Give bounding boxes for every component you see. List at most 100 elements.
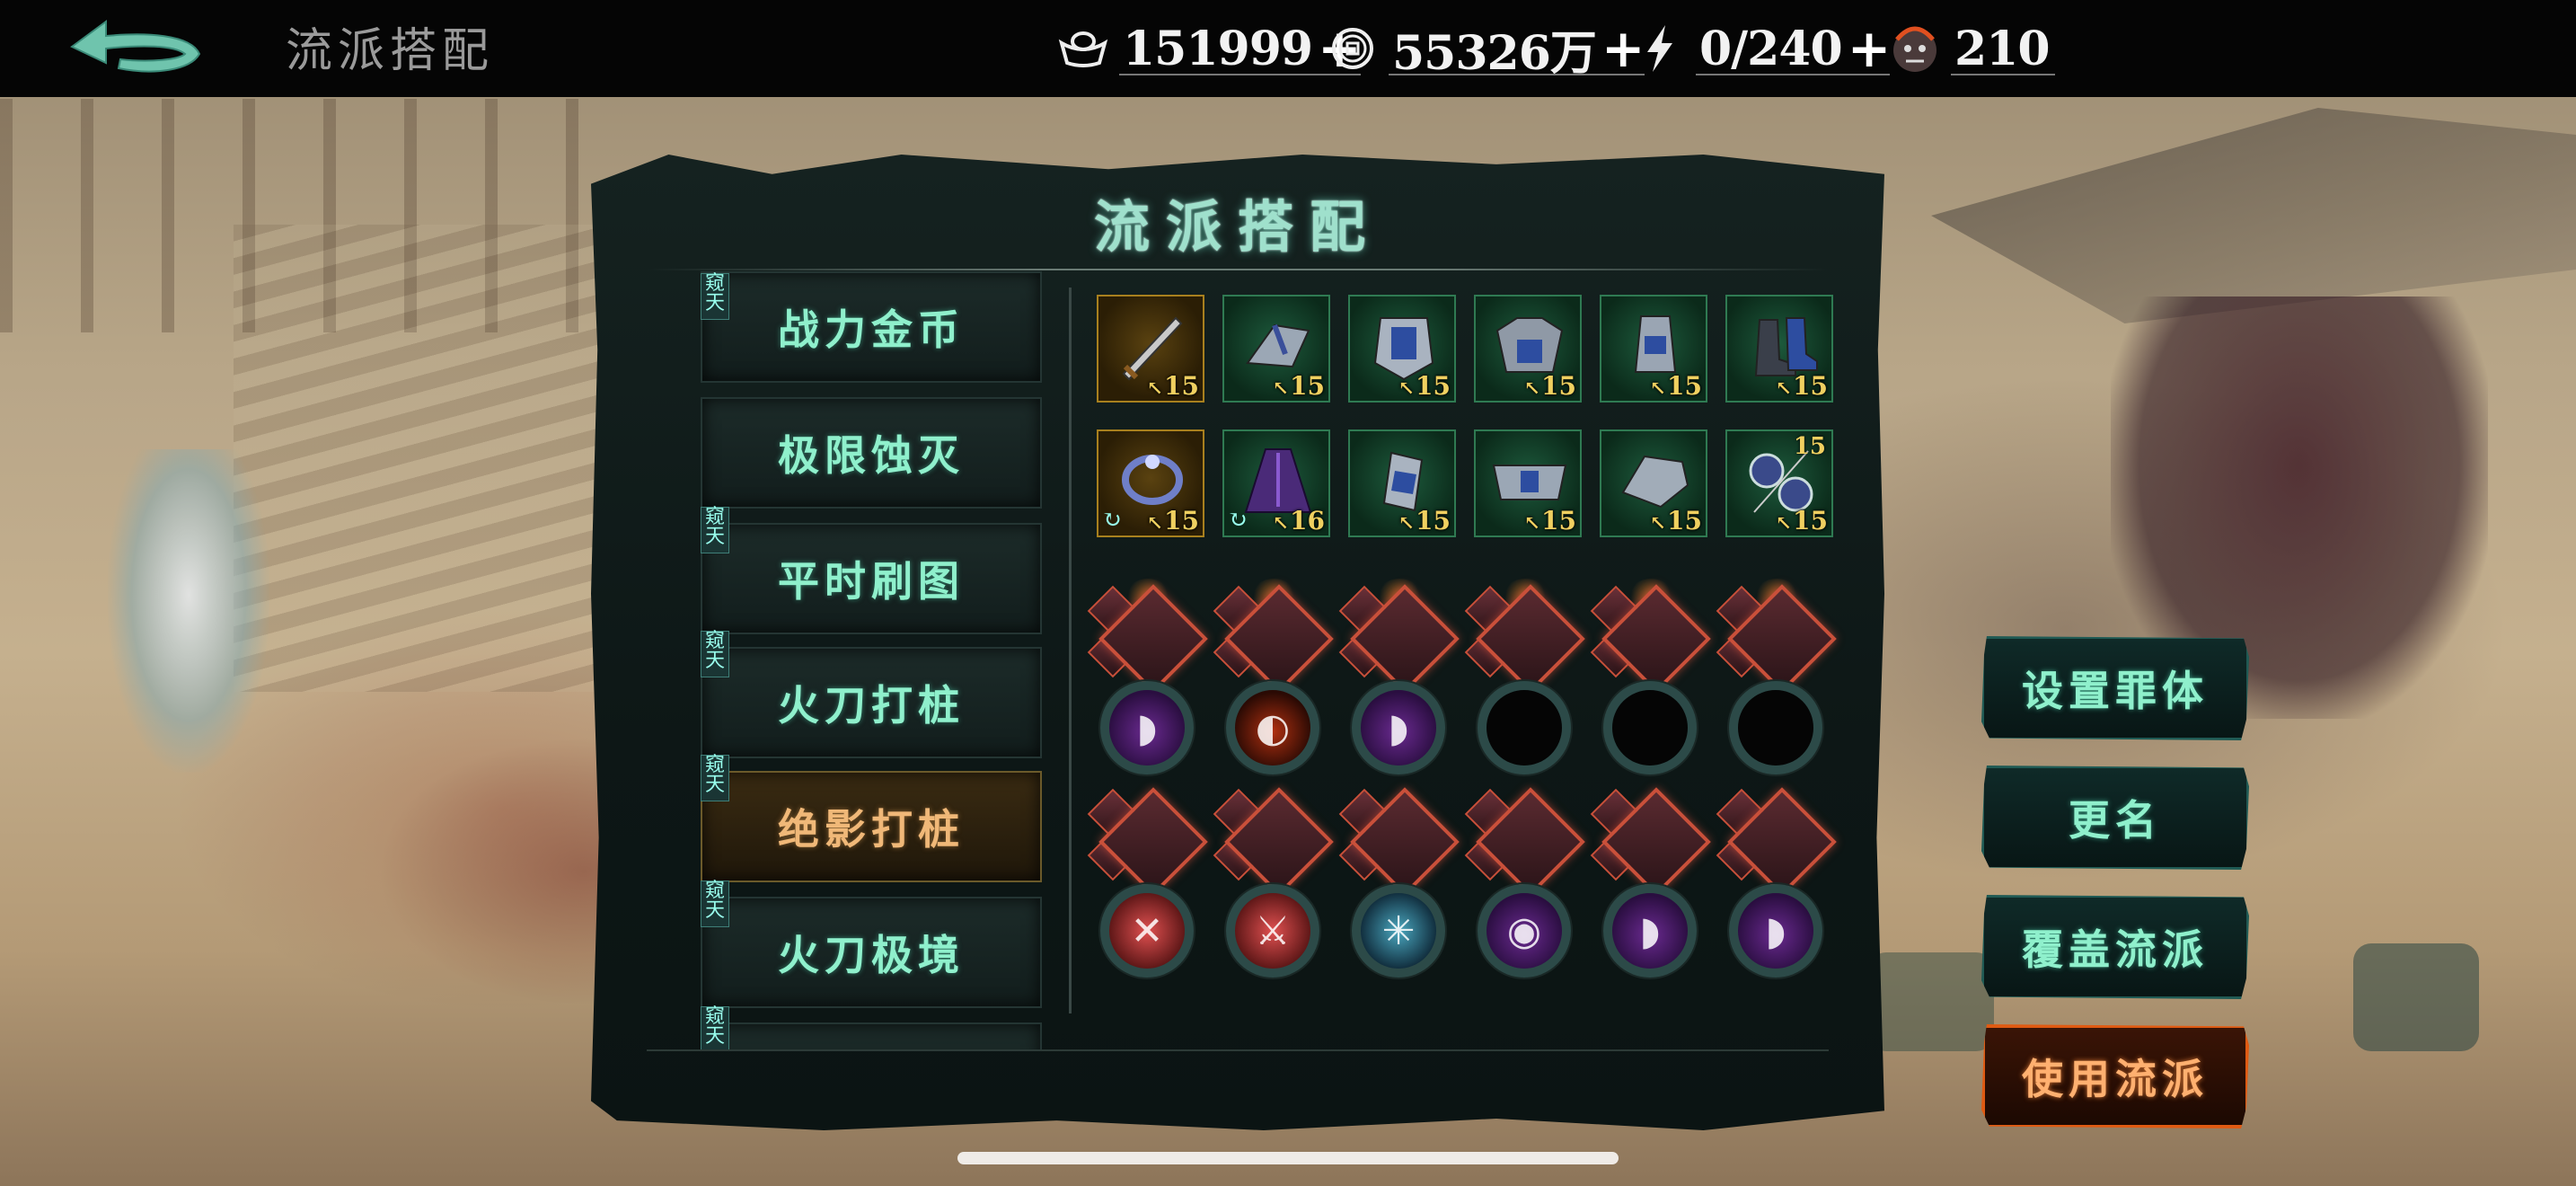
equip-level: 15	[1273, 371, 1325, 401]
back-arrow-button[interactable]	[65, 16, 208, 88]
currency-ingot: 151999 +	[1056, 18, 1362, 79]
equip-slot-accessory[interactable]: 15 15	[1725, 429, 1833, 537]
build-item-2[interactable]: 平时刷图	[701, 523, 1042, 634]
equip-slot-gauntlet[interactable]: 15	[1600, 295, 1707, 403]
divider	[1119, 74, 1361, 75]
back-arrow-icon	[70, 20, 201, 73]
empty-sigil	[1729, 681, 1822, 774]
spirit-slot[interactable]: ◉	[1464, 787, 1585, 994]
equip-slot-chest[interactable]: 15	[1348, 295, 1456, 403]
equip-slot-belt[interactable]: 15	[1474, 429, 1582, 537]
button-label: 更名	[2069, 796, 2162, 845]
swirl-icon: ◗	[1388, 704, 1409, 751]
equip-slot-sword[interactable]: 15	[1097, 295, 1204, 403]
peek-tag: 窥天	[701, 881, 729, 927]
build-item-label: 火刀极境	[778, 931, 965, 979]
build-item-label: 火刀打桩	[778, 681, 965, 730]
build-item-label: 战力金币	[778, 305, 965, 354]
spirit-sigil: ◐	[1226, 681, 1319, 774]
demon-mask-icon	[1888, 22, 1942, 75]
build-item-label: 绝影打桩	[778, 805, 965, 854]
add-stamina-button[interactable]: +	[1848, 18, 1892, 79]
spirit-slot[interactable]: ⚔	[1213, 787, 1334, 994]
equip-slot-cloak[interactable]: ↻ 16	[1222, 429, 1330, 537]
build-item-6[interactable]	[701, 1022, 1042, 1049]
spirit-slot[interactable]: ◗	[1590, 787, 1711, 994]
empty-sigil	[1603, 681, 1697, 774]
set-sin-body-button[interactable]: 设置罪体	[1981, 636, 2249, 740]
equip-slot-pauldron[interactable]: 15	[1600, 429, 1707, 537]
slash-icon: ⚔	[1255, 907, 1291, 954]
spirit-slot[interactable]: ◗	[1087, 579, 1208, 791]
peek-tag: 窥天	[701, 1006, 729, 1049]
equip-level: 15	[1398, 506, 1451, 535]
spirit-sigil: ✕	[1100, 884, 1194, 978]
page-title: 流派搭配	[286, 24, 495, 78]
swirl-icon: ◗	[1136, 704, 1158, 751]
cross-blades-icon: ✳	[1381, 907, 1416, 954]
spirit-sigil: ⚔	[1226, 884, 1319, 978]
equip-level: 15	[1776, 506, 1828, 535]
spirit-slot[interactable]: ✕	[1087, 787, 1208, 994]
build-item-5[interactable]: 火刀极境	[701, 897, 1042, 1008]
spirit-slot[interactable]: ✳	[1338, 787, 1460, 994]
currency-coin: 55326万 +	[1326, 18, 1645, 81]
spirit-slot[interactable]: ◗	[1716, 787, 1837, 994]
divider	[1389, 74, 1645, 75]
stamina-value: 0/240	[1699, 21, 1843, 76]
divider	[1696, 74, 1891, 75]
build-item-label: 极限蚀灭	[778, 431, 965, 480]
equip-level: 15	[1650, 506, 1702, 535]
background-menu-icon	[1868, 952, 1994, 1051]
equip-level: 15	[1776, 371, 1828, 401]
peek-tag: 窥天	[701, 507, 729, 553]
build-item-1[interactable]: 极限蚀灭	[701, 397, 1042, 509]
player-character	[108, 449, 269, 773]
slash-icon: ✕	[1130, 907, 1164, 954]
bottom-divider	[647, 1049, 1829, 1051]
equip-slot-shoulder[interactable]: 15	[1222, 295, 1330, 403]
demon-points-value: 210	[1954, 21, 2051, 76]
rename-button[interactable]: 更名	[1981, 766, 2249, 870]
peek-tag: 窥天	[701, 631, 729, 677]
use-build-button[interactable]: 使用流派	[1981, 1024, 2249, 1128]
cycle-icon: ↻	[1228, 507, 1248, 534]
build-item-3[interactable]: 火刀打桩	[701, 647, 1042, 758]
equip-slot-bracer[interactable]: 15	[1348, 429, 1456, 537]
equip-level: 15	[1147, 371, 1199, 401]
spirit-slot[interactable]	[1464, 579, 1585, 791]
spirit-slot[interactable]: ◐	[1213, 579, 1334, 791]
button-label: 设置罪体	[2022, 667, 2209, 715]
equip-level: 15	[1147, 506, 1199, 535]
spirit-slot[interactable]	[1716, 579, 1837, 791]
swirl-icon: ◗	[1765, 907, 1786, 954]
equip-slot-boots[interactable]: 15	[1725, 295, 1833, 403]
cycle-icon: ↻	[1102, 507, 1122, 534]
equip-level-top: 15	[1793, 433, 1826, 460]
coin-icon	[1326, 22, 1380, 75]
build-list[interactable]: 战力金币 窥天 极限蚀灭 平时刷图 窥天 火刀打桩 窥天 绝影打桩 窥天 火刀极…	[647, 271, 1042, 1049]
demon-points: 210	[1888, 20, 2055, 77]
equip-slot-bracelet[interactable]: ↻ 15	[1097, 429, 1204, 537]
equip-level: 15	[1524, 506, 1576, 535]
ingot-icon	[1056, 22, 1110, 75]
title-divider	[647, 269, 1829, 270]
build-item-4[interactable]: 绝影打桩	[701, 771, 1042, 882]
divider	[1951, 74, 2055, 75]
button-label: 覆盖流派	[2022, 925, 2209, 974]
build-panel: 流派搭配 战力金币 窥天 极限蚀灭 平时刷图 窥天 火刀打桩 窥天 绝影打桩 窥…	[591, 155, 1884, 1130]
spirit-slot[interactable]	[1590, 579, 1711, 791]
build-item-label: 平时刷图	[778, 557, 965, 606]
spirit-slot[interactable]: ◗	[1338, 579, 1460, 791]
equip-slot-heavy-armor[interactable]: 15	[1474, 295, 1582, 403]
home-indicator[interactable]	[957, 1152, 1619, 1164]
panel-title: 流派搭配	[1093, 194, 1381, 260]
vertical-divider	[1069, 288, 1072, 1013]
spirit-sigil: ◗	[1100, 681, 1194, 774]
overwrite-build-button[interactable]: 覆盖流派	[1981, 895, 2249, 999]
build-item-0[interactable]: 战力金币	[701, 271, 1042, 383]
top-bar: 流派搭配 151999 + 55326万 + 0/240 + 210	[0, 0, 2576, 97]
spirit-sigil: ◗	[1603, 884, 1697, 978]
background-menu-icon	[2353, 943, 2479, 1051]
spirit-sigil: ✳	[1352, 884, 1445, 978]
